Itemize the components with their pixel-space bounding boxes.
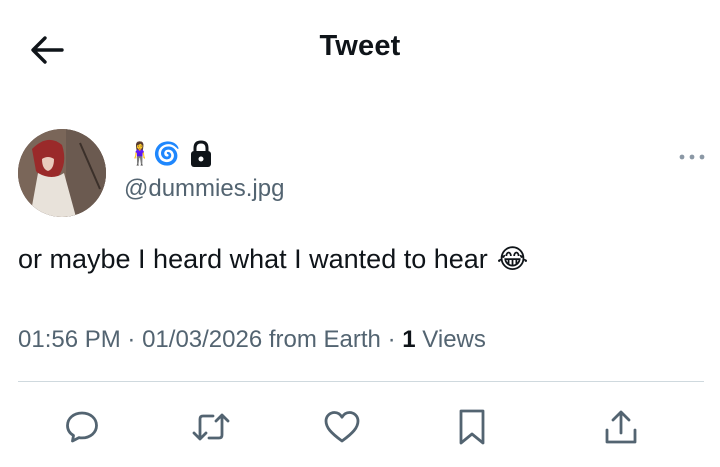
bookmark-icon (459, 409, 485, 445)
bookmark-button[interactable] (449, 404, 495, 450)
reply-icon (66, 411, 98, 443)
reply-button[interactable] (59, 404, 105, 450)
avatar[interactable] (18, 129, 106, 217)
tweet-metadata: 01:56 PM · 01/03/2026 from Earth · 1 Vie… (18, 326, 486, 354)
lock-icon (190, 140, 211, 167)
divider (18, 381, 704, 382)
top-bar: Tweet (0, 0, 720, 100)
display-name: 🧍‍♀️🌀 (126, 141, 181, 166)
display-name-row: 🧍‍♀️🌀 (126, 137, 214, 171)
tweet-source: from Earth (268, 326, 381, 353)
views-label: Views (422, 326, 486, 353)
tweet-time: 01:56 PM (18, 326, 121, 353)
page-title: Tweet (319, 30, 401, 62)
more-options-button[interactable] (678, 147, 706, 167)
tweet-body: or maybe I heard what I wanted to hear (18, 244, 488, 274)
retweet-icon (192, 413, 230, 441)
user-handle[interactable]: @dummies.jpg (124, 175, 284, 203)
meta-separator: · (387, 326, 403, 353)
meta-separator: · (127, 326, 143, 353)
tweet-text: or maybe I heard what I wanted to hear 😂 (18, 244, 528, 275)
action-bar (0, 404, 720, 450)
like-icon (324, 411, 360, 443)
tweet-date: 01/03/2026 (142, 326, 263, 353)
retweet-button[interactable] (188, 404, 234, 450)
avatar-image (18, 129, 106, 217)
tweet-emoji: 😂 (496, 244, 529, 274)
share-button[interactable] (598, 404, 644, 450)
share-icon (605, 410, 637, 444)
more-icon (679, 154, 705, 160)
views-count: 1 (402, 326, 416, 353)
like-button[interactable] (319, 404, 365, 450)
